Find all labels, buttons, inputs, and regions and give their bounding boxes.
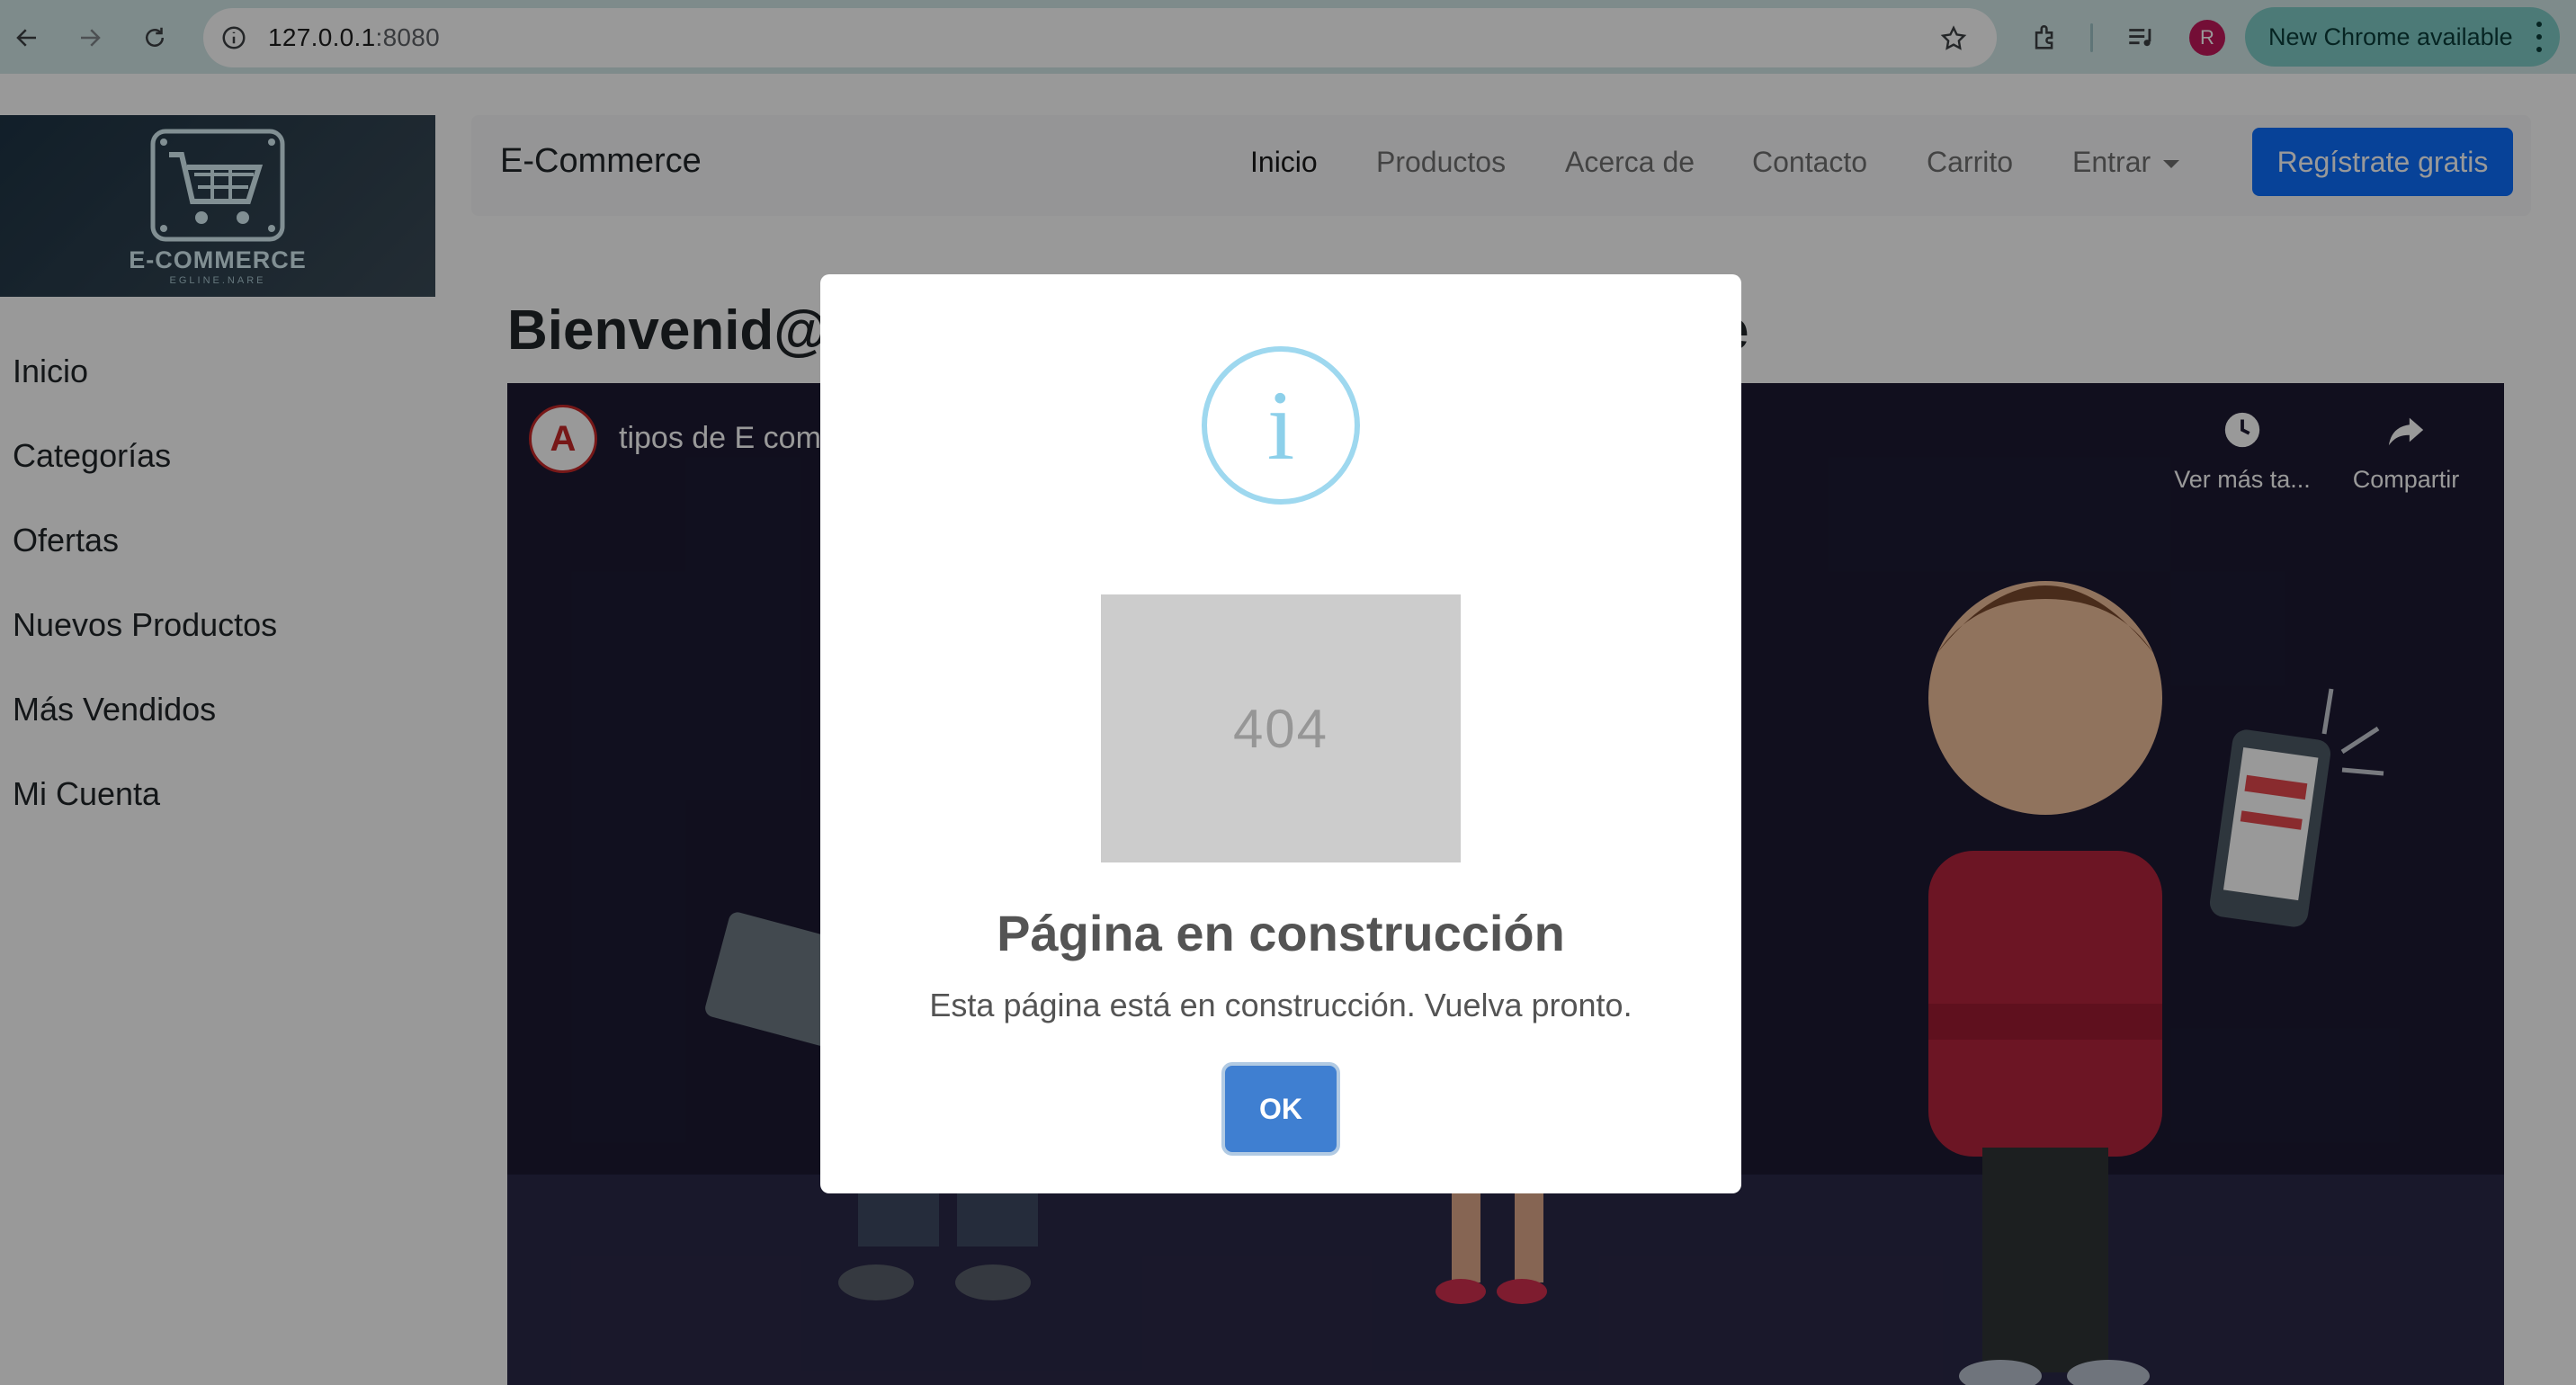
placeholder-404-image: 404	[1101, 594, 1461, 862]
ok-button[interactable]: OK	[1225, 1066, 1337, 1152]
info-icon: i	[1202, 346, 1360, 505]
dialog-message: Esta página está en construcción. Vuelva…	[929, 987, 1632, 1023]
modal-backdrop[interactable]: i 404 Página en construcción Esta página…	[0, 0, 2576, 1385]
alert-dialog: i 404 Página en construcción Esta página…	[820, 274, 1741, 1193]
dialog-title: Página en construcción	[997, 905, 1565, 961]
